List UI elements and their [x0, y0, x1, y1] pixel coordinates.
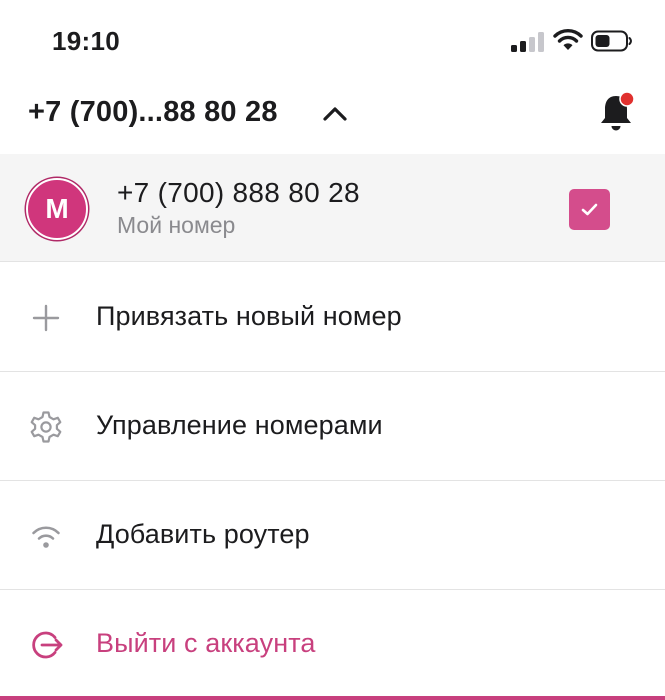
chevron-up-icon[interactable] [322, 104, 348, 122]
checkmark-icon [581, 203, 598, 216]
current-number-toggle[interactable]: +7 (700)...88 80 28 [28, 96, 278, 129]
header: +7 (700)...88 80 28 [0, 80, 665, 154]
selected-checkbox[interactable] [569, 189, 610, 230]
plus-icon [32, 304, 60, 332]
bell-icon[interactable] [598, 92, 638, 134]
status-time: 19:10 [52, 26, 120, 56]
menu-item-add-number[interactable]: Привязать новый номер [0, 263, 665, 372]
menu-item-label: Добавить роутер [96, 519, 310, 549]
wifi-status-icon [553, 29, 583, 50]
menu-item-add-router[interactable]: Добавить роутер [0, 481, 665, 590]
menu-item-label: Выйти с аккаунта [96, 628, 316, 658]
status-bar: 19:10 [0, 0, 665, 80]
battery-icon [591, 30, 632, 52]
menu-item-logout[interactable]: Выйти с аккаунта [0, 590, 665, 699]
account-subtitle: Мой номер [117, 212, 236, 238]
logout-icon [32, 631, 63, 659]
wifi-icon [32, 526, 60, 548]
avatar: M [26, 178, 88, 240]
menu-item-label: Привязать новый номер [96, 301, 402, 331]
bottom-accent-strip [0, 696, 665, 700]
notification-dot [619, 92, 635, 107]
menu-item-label: Управление номерами [96, 410, 383, 440]
account-row[interactable]: M +7 (700) 888 80 28 Мой номер [0, 154, 665, 262]
account-number: +7 (700) 888 80 28 [117, 177, 360, 208]
cellular-signal-icon [511, 32, 544, 52]
menu-item-manage-numbers[interactable]: Управление номерами [0, 372, 665, 481]
gear-icon [30, 411, 62, 443]
